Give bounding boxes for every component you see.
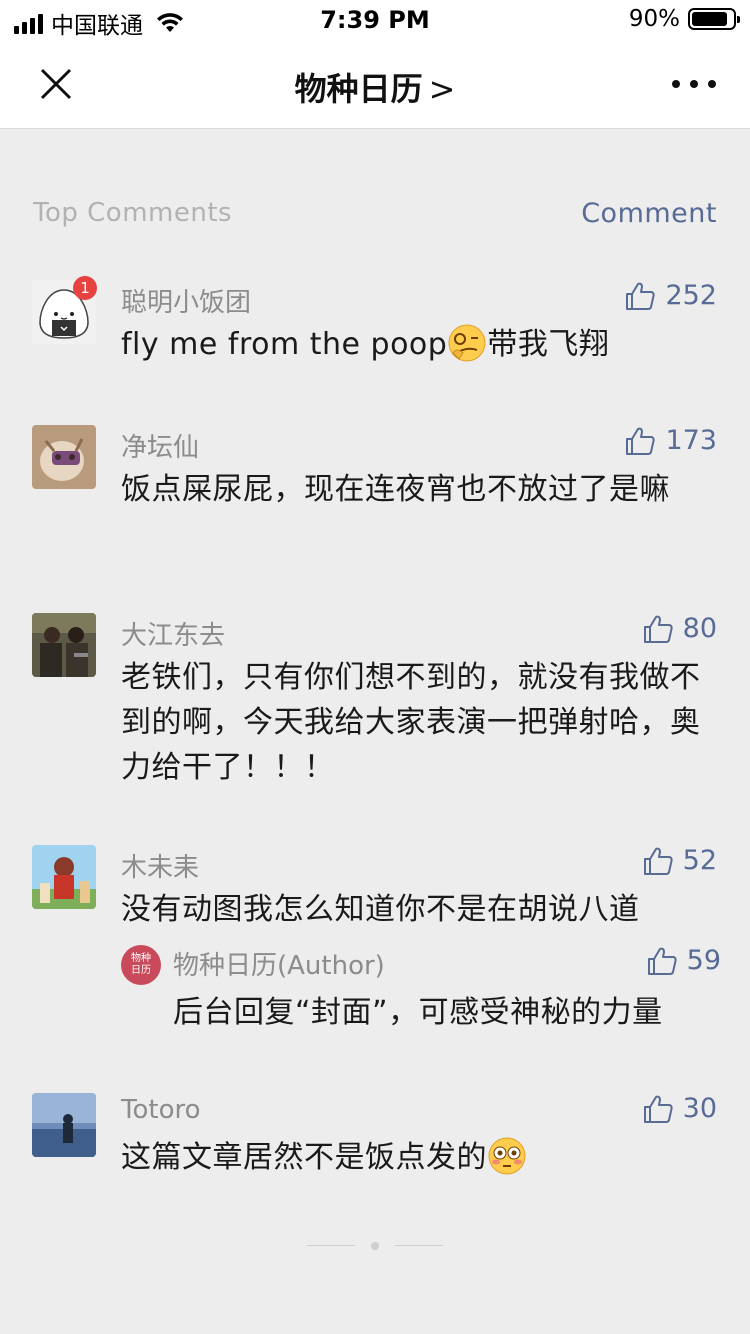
avatar[interactable] <box>32 1093 96 1157</box>
battery-icon <box>688 8 740 30</box>
pager-dot <box>371 1242 379 1250</box>
seaside-photo-avatar-icon <box>32 1093 96 1157</box>
comment-button[interactable]: Comment <box>581 198 717 229</box>
author-avatar[interactable]: 物种 日历 <box>121 945 161 985</box>
anime-avatar-icon <box>32 845 96 909</box>
avatar[interactable] <box>32 613 96 677</box>
thumbs-up-icon <box>626 282 656 310</box>
chevron-right-icon: > <box>428 70 456 108</box>
like-button[interactable]: 52 <box>643 845 717 876</box>
people-photo-avatar-icon <box>32 613 96 677</box>
status-bar: 中国联通 7:39 PM 90% <box>0 0 750 40</box>
comment-nickname: 净坛仙 <box>121 433 200 463</box>
comment-text-part: 这篇文章居然不是饭点发的 <box>121 1140 487 1175</box>
unread-badge: 1 <box>73 276 97 300</box>
nav-title-text: 物种日历 <box>294 70 423 108</box>
comment-nickname: 木未耒 <box>121 853 200 883</box>
reply-text: 后台回复“封面”，可感受神秘的力量 <box>173 995 663 1030</box>
comment-text: 老铁们，只有你们想不到的，就没有我做不到的啊，今天我给大家表演一把弹射哈，奥力给… <box>121 660 701 785</box>
comment-text: fly me from the poop 带我飞翔 <box>121 322 706 367</box>
pager-line <box>307 1245 355 1246</box>
comment-nickname: 聪明小饭团 <box>121 288 252 318</box>
avatar[interactable] <box>32 425 96 489</box>
like-button[interactable]: 59 <box>647 945 721 976</box>
comment-text: 饭点屎尿屁，现在连夜宵也不放过了是嘛 <box>121 472 670 507</box>
like-count: 80 <box>682 613 717 644</box>
comment-nickname: Totoro <box>121 1095 201 1125</box>
comment-text-part: 带我飞翔 <box>487 327 610 362</box>
comment-nickname: 大江东去 <box>121 621 226 651</box>
like-count: 173 <box>665 425 717 456</box>
page-indicator <box>0 1238 750 1254</box>
like-count: 30 <box>682 1093 717 1124</box>
more-dot-icon <box>708 80 716 88</box>
thumbs-up-icon <box>626 427 656 455</box>
nav-bar: 物种日历 > <box>0 40 750 129</box>
status-right: 90% <box>628 6 740 32</box>
like-button[interactable]: 30 <box>643 1093 717 1124</box>
comment-text: 这篇文章居然不是饭点发的 <box>121 1135 706 1180</box>
thumbs-up-icon <box>643 615 673 643</box>
like-button[interactable]: 80 <box>643 613 717 644</box>
like-count: 59 <box>686 945 721 976</box>
more-dot-icon <box>672 80 680 88</box>
like-button[interactable]: 173 <box>625 425 717 456</box>
author-nickname: 物种日历(Author) <box>173 951 385 981</box>
cat-photo-avatar-icon <box>32 425 96 489</box>
author-avatar-text: 日历 <box>131 965 151 976</box>
like-button[interactable]: 252 <box>625 280 717 311</box>
avatar[interactable] <box>32 845 96 909</box>
battery-percent: 90% <box>628 6 680 32</box>
like-count: 52 <box>682 845 717 876</box>
more-button[interactable] <box>672 70 716 98</box>
thumbs-up-icon <box>643 847 673 875</box>
comment-text-part: fly me from the poop <box>121 327 448 362</box>
flushed-emoji-icon <box>488 1137 526 1174</box>
nav-title[interactable]: 物种日历 > <box>0 64 750 110</box>
smirk-monocle-emoji-icon <box>448 324 486 361</box>
comment-text: 没有动图我怎么知道你不是在胡说八道 <box>121 892 640 927</box>
thumbs-up-icon <box>647 947 677 975</box>
section-title: Top Comments <box>33 198 233 228</box>
like-count: 252 <box>665 280 717 311</box>
thumbs-up-icon <box>643 1095 673 1123</box>
more-dot-icon <box>690 80 698 88</box>
pager-line <box>395 1245 443 1246</box>
author-avatar-text: 物种 <box>131 953 151 964</box>
